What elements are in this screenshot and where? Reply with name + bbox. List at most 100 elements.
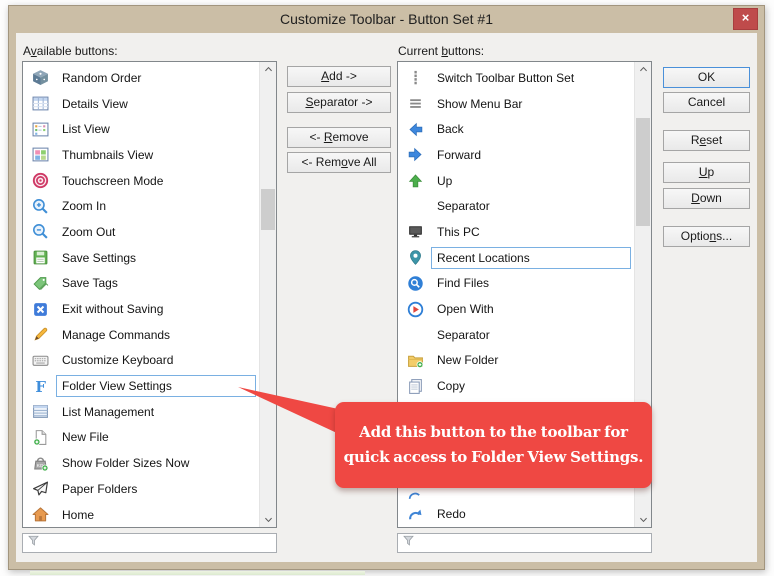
list-item-manage-commands[interactable]: Manage Commands (23, 322, 259, 348)
list-item-home[interactable]: Home (23, 502, 259, 527)
reset-button[interactable]: Reset (663, 130, 750, 151)
cancel-button[interactable]: Cancel (663, 92, 750, 113)
undo-fragment-icon (405, 489, 425, 501)
list-item-this-pc[interactable]: This PC (398, 219, 634, 245)
switch-toolbar-button-set-icon (405, 69, 425, 86)
list-item-label: Folder View Settings (56, 375, 256, 397)
available-buttons-list[interactable]: Random Order Details ViewList ViewThumbna… (22, 61, 277, 528)
titlebar[interactable]: Customize Toolbar - Button Set #1 × (9, 6, 764, 33)
up-button[interactable]: Up (663, 162, 750, 183)
list-item-label: Paper Folders (56, 478, 256, 500)
current-filter-input[interactable] (419, 534, 651, 552)
list-item-label: Manage Commands (56, 324, 256, 346)
options-button[interactable]: Options... (663, 226, 750, 247)
list-item-new-file[interactable]: New File (23, 425, 259, 451)
list-item-customize-keyboard[interactable]: Customize Keyboard (23, 348, 259, 374)
scrollbar-thumb[interactable] (261, 189, 275, 230)
list-item-label: Customize Keyboard (56, 349, 256, 371)
list-item-up[interactable]: Up (398, 168, 634, 194)
recent-locations-icon (405, 249, 425, 266)
list-item-zoom-out[interactable]: Zoom Out (23, 219, 259, 245)
list-item-label: This PC (431, 221, 631, 243)
filter-funnel-icon (23, 534, 40, 552)
list-item-save-settings[interactable]: Save Settings (23, 245, 259, 271)
filter-funnel-icon (398, 534, 415, 552)
scroll-down-icon[interactable] (260, 512, 276, 527)
remove-all-button[interactable]: <- Remove All (287, 152, 391, 173)
list-item-label: Random Order (56, 67, 256, 89)
list-view-icon (30, 121, 50, 138)
list-item-back[interactable]: Back (398, 116, 634, 142)
list-item-label: Details View (56, 93, 256, 115)
list-item-label: Find Files (431, 272, 631, 294)
separator-button[interactable]: Separator -> (287, 92, 391, 113)
desktop-sliver (30, 571, 365, 575)
list-item-redo[interactable]: Redo (398, 501, 634, 527)
list-item-label: Save Tags (56, 272, 256, 294)
down-button[interactable]: Down (663, 188, 750, 209)
window-title: Customize Toolbar - Button Set #1 (280, 11, 493, 27)
scroll-up-icon[interactable] (635, 62, 651, 77)
list-item-label: Zoom In (56, 195, 256, 217)
list-item-new-folder[interactable]: New Folder (398, 348, 634, 374)
this-pc-icon (405, 223, 425, 240)
list-item-separator[interactable]: Separator (398, 193, 634, 219)
list-item-label: List Management (56, 401, 256, 423)
copy-icon (405, 378, 425, 395)
list-item-label: New Folder (431, 349, 631, 371)
list-item-list-management[interactable]: List Management (23, 399, 259, 425)
list-item-copy[interactable]: Copy (398, 373, 634, 399)
details-view-icon (30, 95, 50, 112)
list-item-folder-view-settings[interactable]: FFolder View Settings (23, 373, 259, 399)
list-item-label: Home (56, 504, 256, 526)
list-item-label: Separator (431, 195, 631, 217)
list-item-zoom-in[interactable]: Zoom In (23, 193, 259, 219)
screenshot-canvas: Customize Toolbar - Button Set #1 × Avai… (0, 0, 774, 576)
callout-bubble: Add this button to the toolbar for quick… (335, 402, 652, 488)
list-item-partial[interactable] (398, 489, 634, 501)
list-item-show-folder-sizes-now[interactable]: KGShow Folder Sizes Now (23, 450, 259, 476)
list-item-open-with[interactable]: Open With (398, 296, 634, 322)
list-item-save-tags[interactable]: Save Tags (23, 271, 259, 297)
list-item-details-view[interactable]: Details View (23, 91, 259, 117)
remove-button[interactable]: <- Remove (287, 127, 391, 148)
list-item-find-files[interactable]: Find Files (398, 271, 634, 297)
list-item-forward[interactable]: Forward (398, 142, 634, 168)
scroll-up-icon[interactable] (260, 62, 276, 77)
list-item-label: Switch Toolbar Button Set (431, 67, 631, 89)
list-item-label: Copy (431, 375, 631, 397)
list-item-paper-folders[interactable]: Paper Folders (23, 476, 259, 502)
list-item-label: Show Folder Sizes Now (56, 452, 256, 474)
list-item-touchscreen-mode[interactable]: Touchscreen Mode (23, 168, 259, 194)
list-item-separator[interactable]: Separator (398, 322, 634, 348)
list-item-recent-locations[interactable]: Recent Locations (398, 245, 634, 271)
scroll-down-icon[interactable] (635, 512, 651, 527)
list-item-label: Separator (431, 324, 631, 346)
thumbnails-view-icon (30, 146, 50, 163)
list-item-thumbnails-view[interactable]: Thumbnails View (23, 142, 259, 168)
manage-commands-icon (30, 326, 50, 343)
callout-text: Add this button to the toolbar for quick… (343, 420, 644, 470)
available-filter-input[interactable] (44, 534, 276, 552)
close-button[interactable]: × (733, 8, 758, 30)
list-item-show-menu-bar[interactable]: Show Menu Bar (398, 91, 634, 117)
list-item-switch-toolbar-button-set[interactable]: Switch Toolbar Button Set (398, 65, 634, 91)
available-list-scrollbar[interactable] (259, 62, 276, 527)
list-item-random-order[interactable]: Random Order (23, 65, 259, 91)
dialog-client-area: Available buttons: Current buttons: Rand… (16, 33, 757, 562)
list-item-exit-without-saving[interactable]: Exit without Saving (23, 296, 259, 322)
list-item-label: Exit without Saving (56, 298, 256, 320)
add-button[interactable]: Add -> (287, 66, 391, 87)
list-item-label: Recent Locations (431, 247, 631, 269)
home-icon (30, 506, 50, 523)
list-item-list-view[interactable]: List View (23, 116, 259, 142)
current-filter-box[interactable] (397, 533, 652, 553)
random-order-icon (30, 69, 50, 86)
ok-button[interactable]: OK (663, 67, 750, 88)
available-filter-box[interactable] (22, 533, 277, 553)
list-item-label: Thumbnails View (56, 144, 256, 166)
redo-icon (405, 506, 425, 523)
find-files-icon (405, 275, 425, 292)
up-icon (405, 172, 425, 189)
scrollbar-thumb[interactable] (636, 118, 650, 226)
